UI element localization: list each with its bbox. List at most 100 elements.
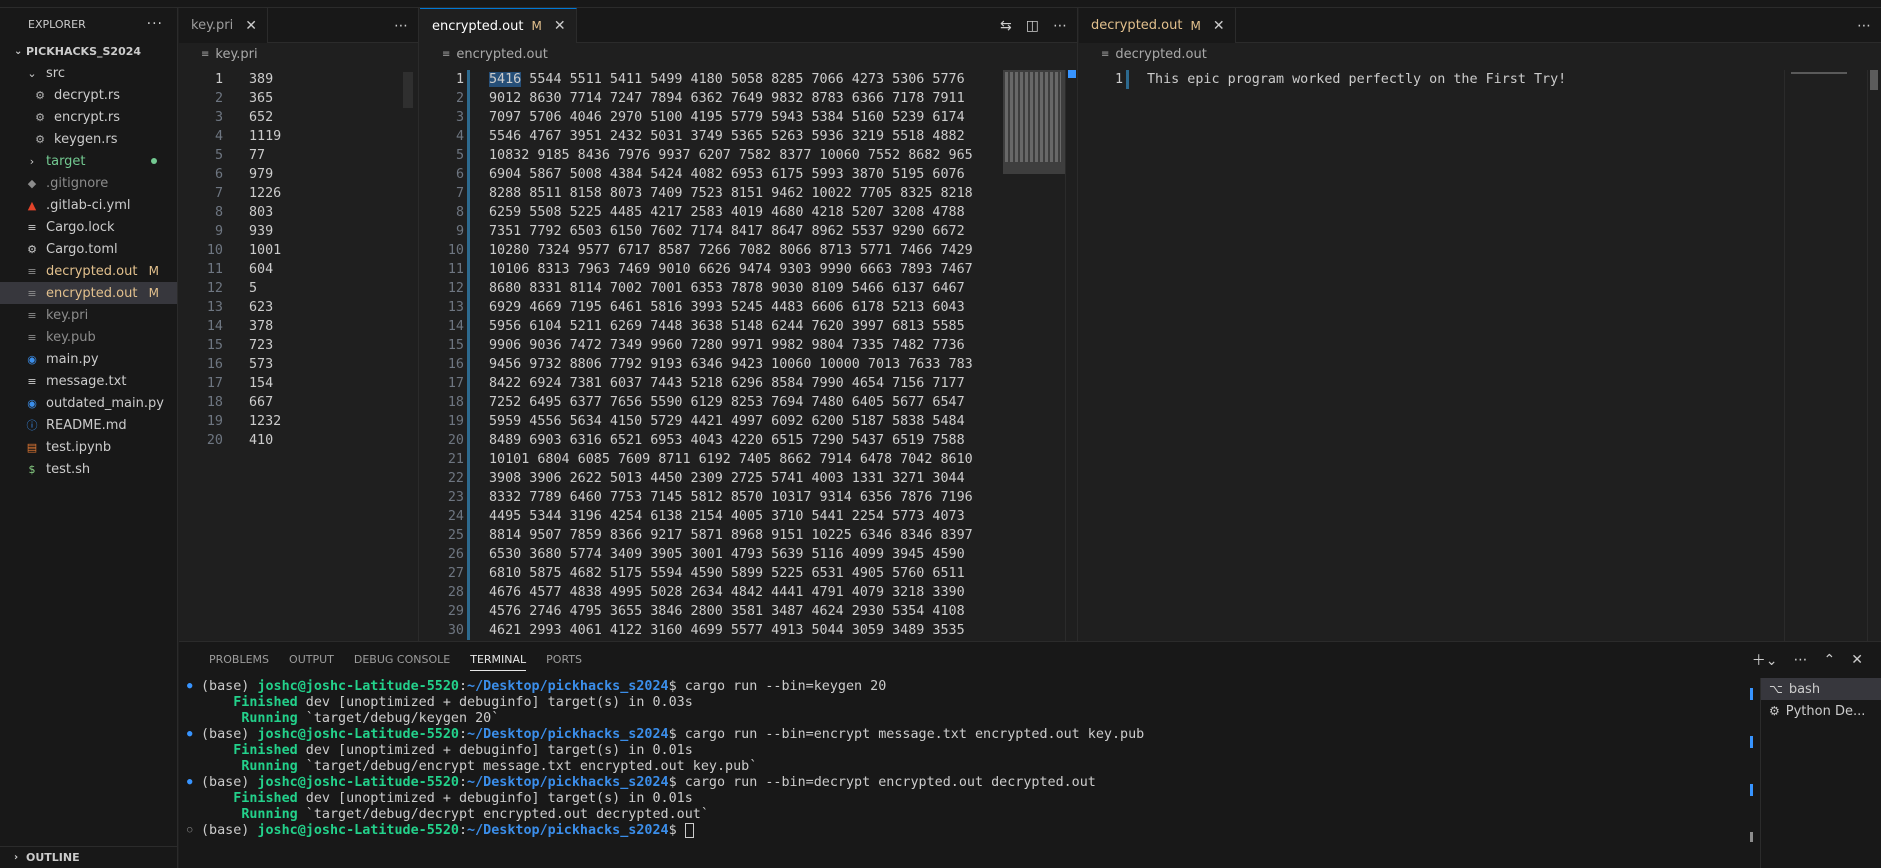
editor-content[interactable]: 1 389 2 365 3 652 4 1119 5 77 6 979 7 1226 8 803 9 939 10 1…	[179, 70, 418, 641]
terminal-instance[interactable]: ⚙ Python De...	[1761, 700, 1881, 722]
tree-item-gitignore[interactable]: ◆ .gitignore	[0, 172, 177, 194]
code-line: 24 4495 5344 3196 4254 6138 2154 4005 371…	[420, 507, 1077, 526]
workspace-root[interactable]: ⌄ PICKHACKS_S2024	[0, 40, 177, 62]
git-change-indicator[interactable]	[467, 89, 470, 108]
vertical-scrollbar[interactable]	[1065, 70, 1079, 641]
breadcrumb[interactable]: ≡ encrypted.out	[420, 43, 1077, 65]
tree-item-readme-md[interactable]: ⓘ README.md	[0, 414, 177, 436]
minimap[interactable]	[1784, 70, 1864, 641]
git-change-indicator[interactable]	[467, 583, 470, 602]
git-change-indicator[interactable]	[467, 564, 470, 583]
tree-item-cargo-lock[interactable]: ≡ Cargo.lock	[0, 216, 177, 238]
tree-item-key-pri[interactable]: ≡ key.pri	[0, 304, 177, 326]
tab-encrypted-out[interactable]: encrypted.out M ✕	[420, 8, 577, 43]
git-change-indicator[interactable]	[467, 108, 470, 127]
more-actions-icon[interactable]: ⋯	[1053, 18, 1067, 34]
more-actions-icon[interactable]: ···	[147, 16, 163, 32]
tab-key-pri[interactable]: key.pri ✕	[179, 8, 268, 43]
git-change-indicator[interactable]	[467, 127, 470, 146]
line-text: 8422 6924 7381 6037 7443 5218 6296 8584 …	[489, 376, 965, 391]
minimap[interactable]	[1003, 70, 1065, 641]
git-change-indicator[interactable]	[467, 260, 470, 279]
git-change-indicator[interactable]	[467, 222, 470, 241]
breadcrumb[interactable]: ≡ key.pri	[179, 43, 418, 65]
maximize-panel-icon[interactable]: ⌃	[1824, 652, 1836, 668]
git-change-indicator[interactable]	[467, 165, 470, 184]
split-editor-icon[interactable]: ◫	[1026, 18, 1039, 34]
tree-item-main-py[interactable]: ◉ main.py	[0, 348, 177, 370]
command-decoration-icon[interactable]: ●	[187, 729, 201, 739]
git-change-indicator[interactable]	[467, 241, 470, 260]
editor-content[interactable]: 1 5416 5544 5511 5411 5499 4180 5058 8285…	[420, 70, 1077, 641]
tree-item-key-pub[interactable]: ≡ key.pub	[0, 326, 177, 348]
panel-tab-problems[interactable]: PROBLEMS	[199, 642, 279, 677]
panel-tab-ports[interactable]: PORTS	[536, 642, 592, 677]
code-line: 23 8332 7789 6460 7753 7145 5812 8570 103…	[420, 488, 1077, 507]
command-decoration-icon[interactable]: ○	[187, 825, 201, 835]
tree-item-decrypt-rs[interactable]: ⚙ decrypt.rs	[0, 84, 177, 106]
terminal-instance[interactable]: ⌥ bash	[1761, 678, 1881, 700]
git-change-indicator[interactable]	[467, 355, 470, 374]
outline-section[interactable]: › OUTLINE	[0, 846, 178, 868]
minimap[interactable]	[401, 70, 415, 641]
git-change-indicator[interactable]	[467, 488, 470, 507]
git-change-indicator[interactable]	[467, 70, 470, 89]
tree-item-gitlab-ci-yml[interactable]: ▲ .gitlab-ci.yml	[0, 194, 177, 216]
panel-tab-output[interactable]: OUTPUT	[279, 642, 344, 677]
tree-item-decrypted-out[interactable]: ≡ decrypted.out M	[0, 260, 177, 282]
git-change-indicator[interactable]	[467, 602, 470, 621]
tree-item-outdated-main-py[interactable]: ◉ outdated_main.py	[0, 392, 177, 414]
git-change-indicator[interactable]	[467, 621, 470, 640]
git-change-indicator[interactable]	[467, 412, 470, 431]
close-panel-icon[interactable]: ✕	[1851, 652, 1863, 668]
tab-decrypted-out[interactable]: decrypted.out M ✕	[1079, 8, 1236, 43]
panel-tab-terminal[interactable]: TERMINAL	[460, 642, 536, 677]
git-change-indicator[interactable]	[467, 526, 470, 545]
tree-item-keygen-rs[interactable]: ⚙ keygen.rs	[0, 128, 177, 150]
tree-item-target[interactable]: › target	[0, 150, 177, 172]
git-change-indicator[interactable]	[1126, 70, 1129, 89]
breadcrumb[interactable]: ≡ decrypted.out	[1079, 43, 1881, 65]
editor-content[interactable]: 1 This epic program worked perfectly on t…	[1079, 70, 1881, 641]
git-change-indicator[interactable]	[467, 336, 470, 355]
more-actions-icon[interactable]: ⋯	[1794, 652, 1808, 668]
git-change-indicator[interactable]	[467, 507, 470, 526]
scrollbar-thumb[interactable]	[1870, 70, 1878, 90]
terminal-scrollbar[interactable]	[1750, 678, 1756, 868]
code-line: 12 8680 8331 8114 7002 7001 6353 7878 903…	[420, 279, 1077, 298]
close-icon[interactable]: ✕	[1213, 18, 1225, 34]
compare-changes-icon[interactable]: ⇆	[1000, 18, 1012, 34]
git-change-indicator[interactable]	[467, 393, 470, 412]
vertical-scrollbar[interactable]	[1867, 70, 1881, 641]
git-change-indicator[interactable]	[467, 317, 470, 336]
tree-item-encrypted-out[interactable]: ≡ encrypted.out M	[0, 282, 177, 304]
git-change-indicator[interactable]	[467, 450, 470, 469]
more-actions-icon[interactable]: ⋯	[1857, 18, 1871, 34]
close-icon[interactable]: ✕	[245, 18, 257, 34]
command-decoration-icon[interactable]: ●	[187, 777, 201, 787]
tree-item-cargo-toml[interactable]: ⚙ Cargo.toml	[0, 238, 177, 260]
terminal-output[interactable]: ● (base) joshc@joshc-Latitude-5520: ~/Desk…	[179, 678, 1749, 868]
command-decoration-icon[interactable]: ●	[187, 681, 201, 691]
line-number: 1	[1114, 72, 1123, 87]
new-terminal-icon[interactable]: ＋⌄	[1752, 650, 1778, 670]
tree-item-test-ipynb[interactable]: ▤ test.ipynb	[0, 436, 177, 458]
close-icon[interactable]: ✕	[554, 18, 566, 34]
tree-item-encrypt-rs[interactable]: ⚙ encrypt.rs	[0, 106, 177, 128]
tree-item-message-txt[interactable]: ≡ message.txt	[0, 370, 177, 392]
git-change-indicator[interactable]	[467, 545, 470, 564]
git-change-indicator[interactable]	[467, 146, 470, 165]
line-number: 28	[447, 585, 464, 600]
tree-item-test-sh[interactable]: $ test.sh	[0, 458, 177, 480]
tree-item-label: encrypted.out	[46, 285, 138, 301]
git-change-indicator[interactable]	[467, 203, 470, 222]
git-change-indicator[interactable]	[467, 184, 470, 203]
git-change-indicator[interactable]	[467, 279, 470, 298]
git-change-indicator[interactable]	[467, 374, 470, 393]
tree-item-src[interactable]: ⌄ src	[0, 62, 177, 84]
git-change-indicator[interactable]	[467, 298, 470, 317]
more-actions-icon[interactable]: ⋯	[394, 18, 408, 34]
panel-tab-debug-console[interactable]: DEBUG CONSOLE	[344, 642, 460, 677]
git-change-indicator[interactable]	[467, 431, 470, 450]
git-change-indicator[interactable]	[467, 469, 470, 488]
